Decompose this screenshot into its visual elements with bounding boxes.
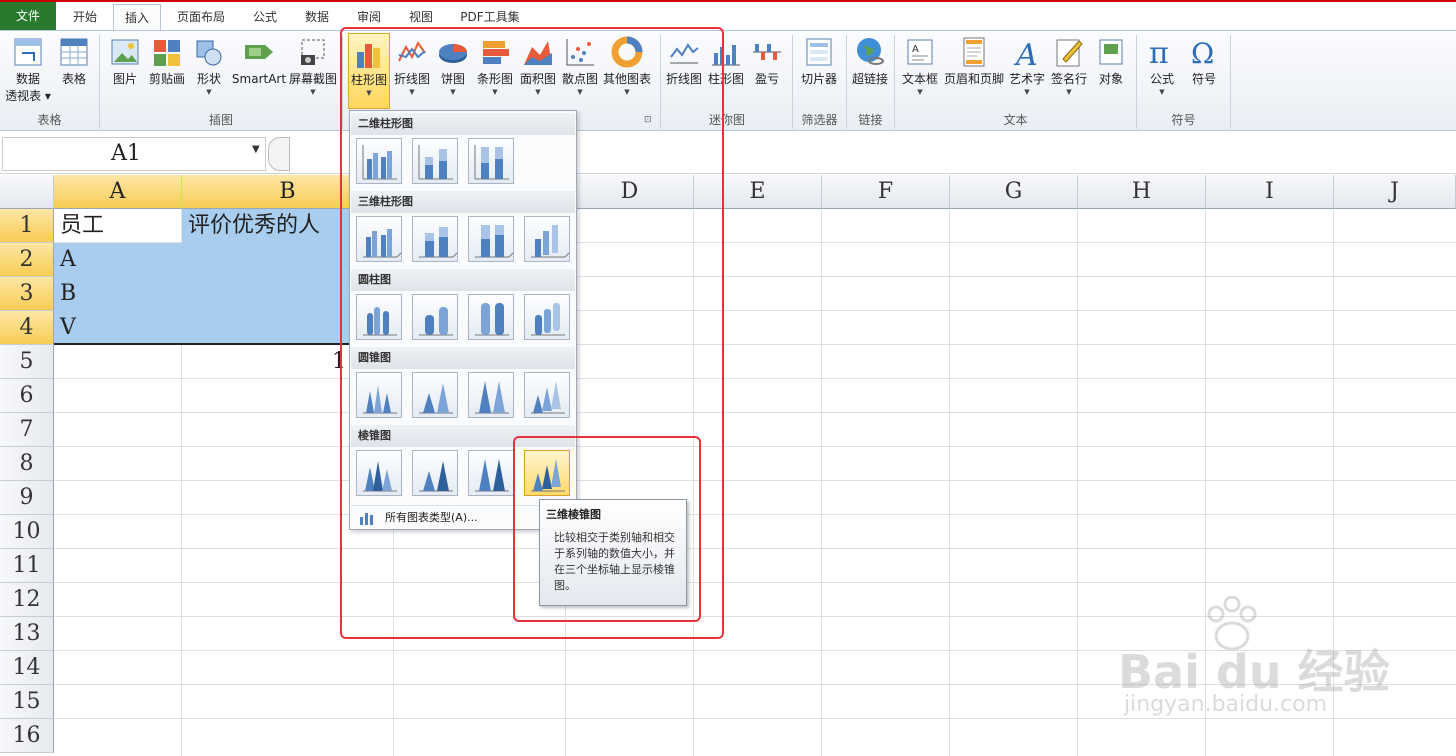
column-header-j[interactable]: J (1334, 175, 1456, 209)
slicer-icon (806, 38, 832, 66)
screenshot-button[interactable]: 屏幕截图 ▼ (288, 33, 338, 97)
row-header-3[interactable]: 3 (0, 277, 54, 311)
tab-file[interactable]: 文件 (0, 2, 56, 30)
ribbon-tab-bar: 文件 开始 插入 页面布局 公式 数据 审阅 视图 PDF工具集 (0, 2, 1456, 31)
shapes-icon (196, 40, 222, 66)
tab-page-layout[interactable]: 页面布局 (166, 4, 236, 30)
cell-a4[interactable]: V (54, 311, 182, 345)
clip-art-button[interactable]: 剪贴画 (146, 33, 188, 88)
signature-line-button[interactable]: 签名行 ▼ (1048, 33, 1090, 97)
slicer-button[interactable]: 切片器 (796, 33, 842, 88)
svg-text:A: A (1013, 38, 1038, 69)
equation-button[interactable]: π 公式 ▼ (1142, 33, 1182, 97)
cell-a2[interactable]: A (54, 243, 182, 277)
row-header-2[interactable]: 2 (0, 243, 54, 277)
cell-a3[interactable]: B (54, 277, 182, 311)
tab-formulas[interactable]: 公式 (242, 4, 288, 30)
svg-text:π: π (1149, 36, 1169, 69)
group-label-filter: 筛选器 (801, 113, 838, 127)
name-box[interactable]: A1 (2, 137, 266, 171)
ribbon: 数据 透视表 ▾ 表格 表格 图片 剪贴画 形状 ▼ SmartArt 屏幕截图 ▼ … (0, 30, 1456, 131)
sparkline-winloss-button[interactable]: 盈亏 (748, 33, 786, 88)
row-header-8[interactable]: 8 (0, 447, 54, 481)
object-icon (1099, 39, 1123, 65)
pivot-table-icon (14, 38, 42, 66)
column-header-h[interactable]: H (1078, 175, 1206, 209)
hyperlink-globe-icon (857, 38, 884, 65)
group-label-text: 文本 (1003, 113, 1028, 127)
column-header-f[interactable]: F (822, 175, 950, 209)
column-header-i[interactable]: I (1206, 175, 1334, 209)
picture-button[interactable]: 图片 (106, 33, 144, 88)
wordart-button[interactable]: A 艺术字 ▼ (1006, 33, 1048, 97)
smartart-button[interactable]: SmartArt (230, 33, 288, 88)
omega-icon: Ω (1191, 37, 1214, 69)
object-button[interactable]: 对象 (1092, 33, 1130, 88)
row-header-6[interactable]: 6 (0, 379, 54, 413)
textbox-icon: A (907, 39, 933, 65)
picture-icon (111, 39, 139, 65)
clip-art-icon (154, 40, 180, 66)
textbox-button[interactable]: A 文本框 ▼ (898, 33, 942, 97)
row-header-10[interactable]: 10 (0, 515, 54, 549)
watermark-url: jingyan.baidu.com (1124, 692, 1328, 717)
group-label-links: 链接 (858, 113, 883, 127)
pivot-table-button[interactable]: 数据 透视表 ▾ (4, 33, 52, 105)
svg-text:Ω: Ω (1191, 37, 1214, 69)
hyperlink-button[interactable]: 超链接 (848, 33, 892, 88)
row-header-15[interactable]: 15 (0, 685, 54, 719)
shapes-button[interactable]: 形状 ▼ (190, 33, 228, 97)
row-header-11[interactable]: 11 (0, 549, 54, 583)
table-icon (60, 38, 88, 66)
pi-icon: π (1149, 36, 1169, 69)
annotation-box-tooltip (513, 436, 701, 622)
wordart-icon: A (1013, 38, 1038, 69)
screenshot-icon (301, 39, 325, 65)
baidu-jingyan-watermark: Bai du 经验 jingyan.baidu.com (1118, 596, 1418, 726)
select-all-corner[interactable] (0, 175, 54, 209)
symbol-button[interactable]: Ω 符号 (1184, 33, 1224, 88)
name-box-dropdown-icon[interactable]: ▼ (252, 144, 260, 155)
group-label-table: 表格 (37, 113, 62, 127)
table-button[interactable]: 表格 (56, 33, 92, 88)
smartart-icon (245, 45, 273, 59)
row-header-14[interactable]: 14 (0, 651, 54, 685)
row-header-9[interactable]: 9 (0, 481, 54, 515)
group-label-symbols: 符号 (1171, 113, 1196, 127)
tab-data[interactable]: 数据 (294, 4, 340, 30)
sparkline-winloss-icon (753, 44, 781, 60)
signature-pen-icon (1056, 39, 1083, 67)
row-header-12[interactable]: 12 (0, 583, 54, 617)
header-footer-button[interactable]: 页眉和页脚 (942, 33, 1006, 88)
column-header-a[interactable]: A (54, 175, 182, 209)
column-header-g[interactable]: G (950, 175, 1078, 209)
group-label-illustrations: 插图 (208, 113, 233, 127)
header-footer-icon (963, 37, 985, 67)
row-header-7[interactable]: 7 (0, 413, 54, 447)
row-header-5[interactable]: 5 (0, 345, 54, 379)
row-header-4[interactable]: 4 (0, 311, 54, 345)
formula-bar-resize-handle[interactable] (268, 137, 290, 171)
row-header-16[interactable]: 16 (0, 719, 54, 753)
tab-home[interactable]: 开始 (60, 4, 110, 30)
row-header-1[interactable]: 1 (0, 209, 54, 243)
svg-text:A: A (912, 44, 919, 55)
row-header-13[interactable]: 13 (0, 617, 54, 651)
cell-a1[interactable]: 员工 (54, 209, 182, 243)
group-separator (1230, 35, 1231, 129)
tab-insert[interactable]: 插入 (113, 4, 161, 31)
